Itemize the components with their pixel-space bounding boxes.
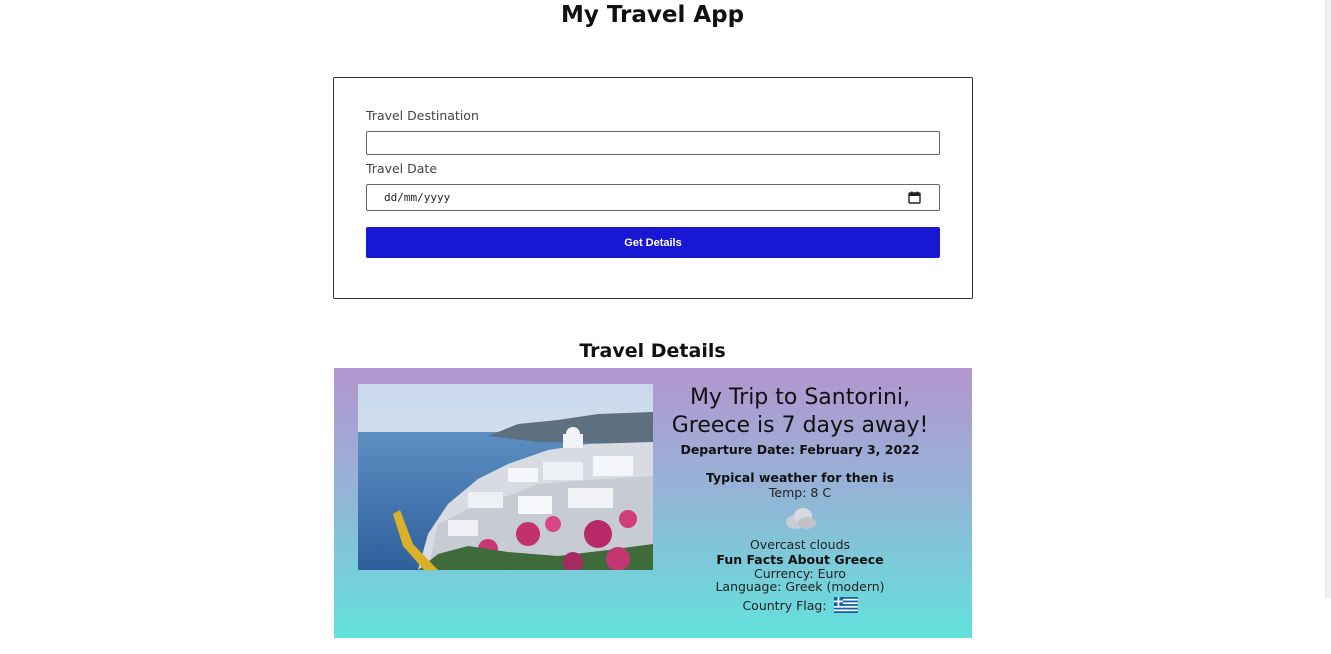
weather-description: Overcast clouds (749, 537, 851, 552)
destination-photo (358, 384, 653, 570)
calendar-icon[interactable] (908, 191, 921, 204)
page-title: My Travel App (560, 2, 745, 28)
date-input[interactable]: dd/mm/yyyy (366, 184, 940, 211)
travel-form: Travel Destination Travel Date dd/mm/yyy… (333, 77, 973, 299)
cloud-icon (786, 508, 816, 529)
language-value: Greek (modern) (785, 579, 885, 594)
fun-facts-heading: Fun Facts About Greece (716, 552, 884, 567)
get-details-button[interactable]: Get Details (366, 227, 940, 258)
scrollbar[interactable] (1325, 0, 1331, 598)
greece-flag-icon (833, 597, 858, 613)
flag-label: Country Flag: (742, 598, 827, 613)
destination-label: Travel Destination (366, 108, 479, 123)
date-label: Travel Date (366, 161, 438, 176)
details-title: Travel Details (579, 340, 726, 362)
trip-heading-line1: My Trip to Santorini, (689, 385, 911, 410)
destination-input[interactable] (366, 131, 940, 155)
language-label: Language: (715, 579, 782, 594)
trip-details-card: My Trip to Santorini, Greece is 7 days a… (334, 368, 972, 638)
trip-heading-line2: Greece is 7 days away! (671, 413, 929, 438)
weather-heading: Typical weather for then is (705, 470, 895, 485)
date-placeholder: dd/mm/yyyy (384, 191, 451, 204)
departure-date: Departure Date: February 3, 2022 (680, 442, 920, 457)
temperature: Temp: 8 C (768, 485, 832, 500)
trip-info: My Trip to Santorini, Greece is 7 days a… (663, 384, 937, 613)
